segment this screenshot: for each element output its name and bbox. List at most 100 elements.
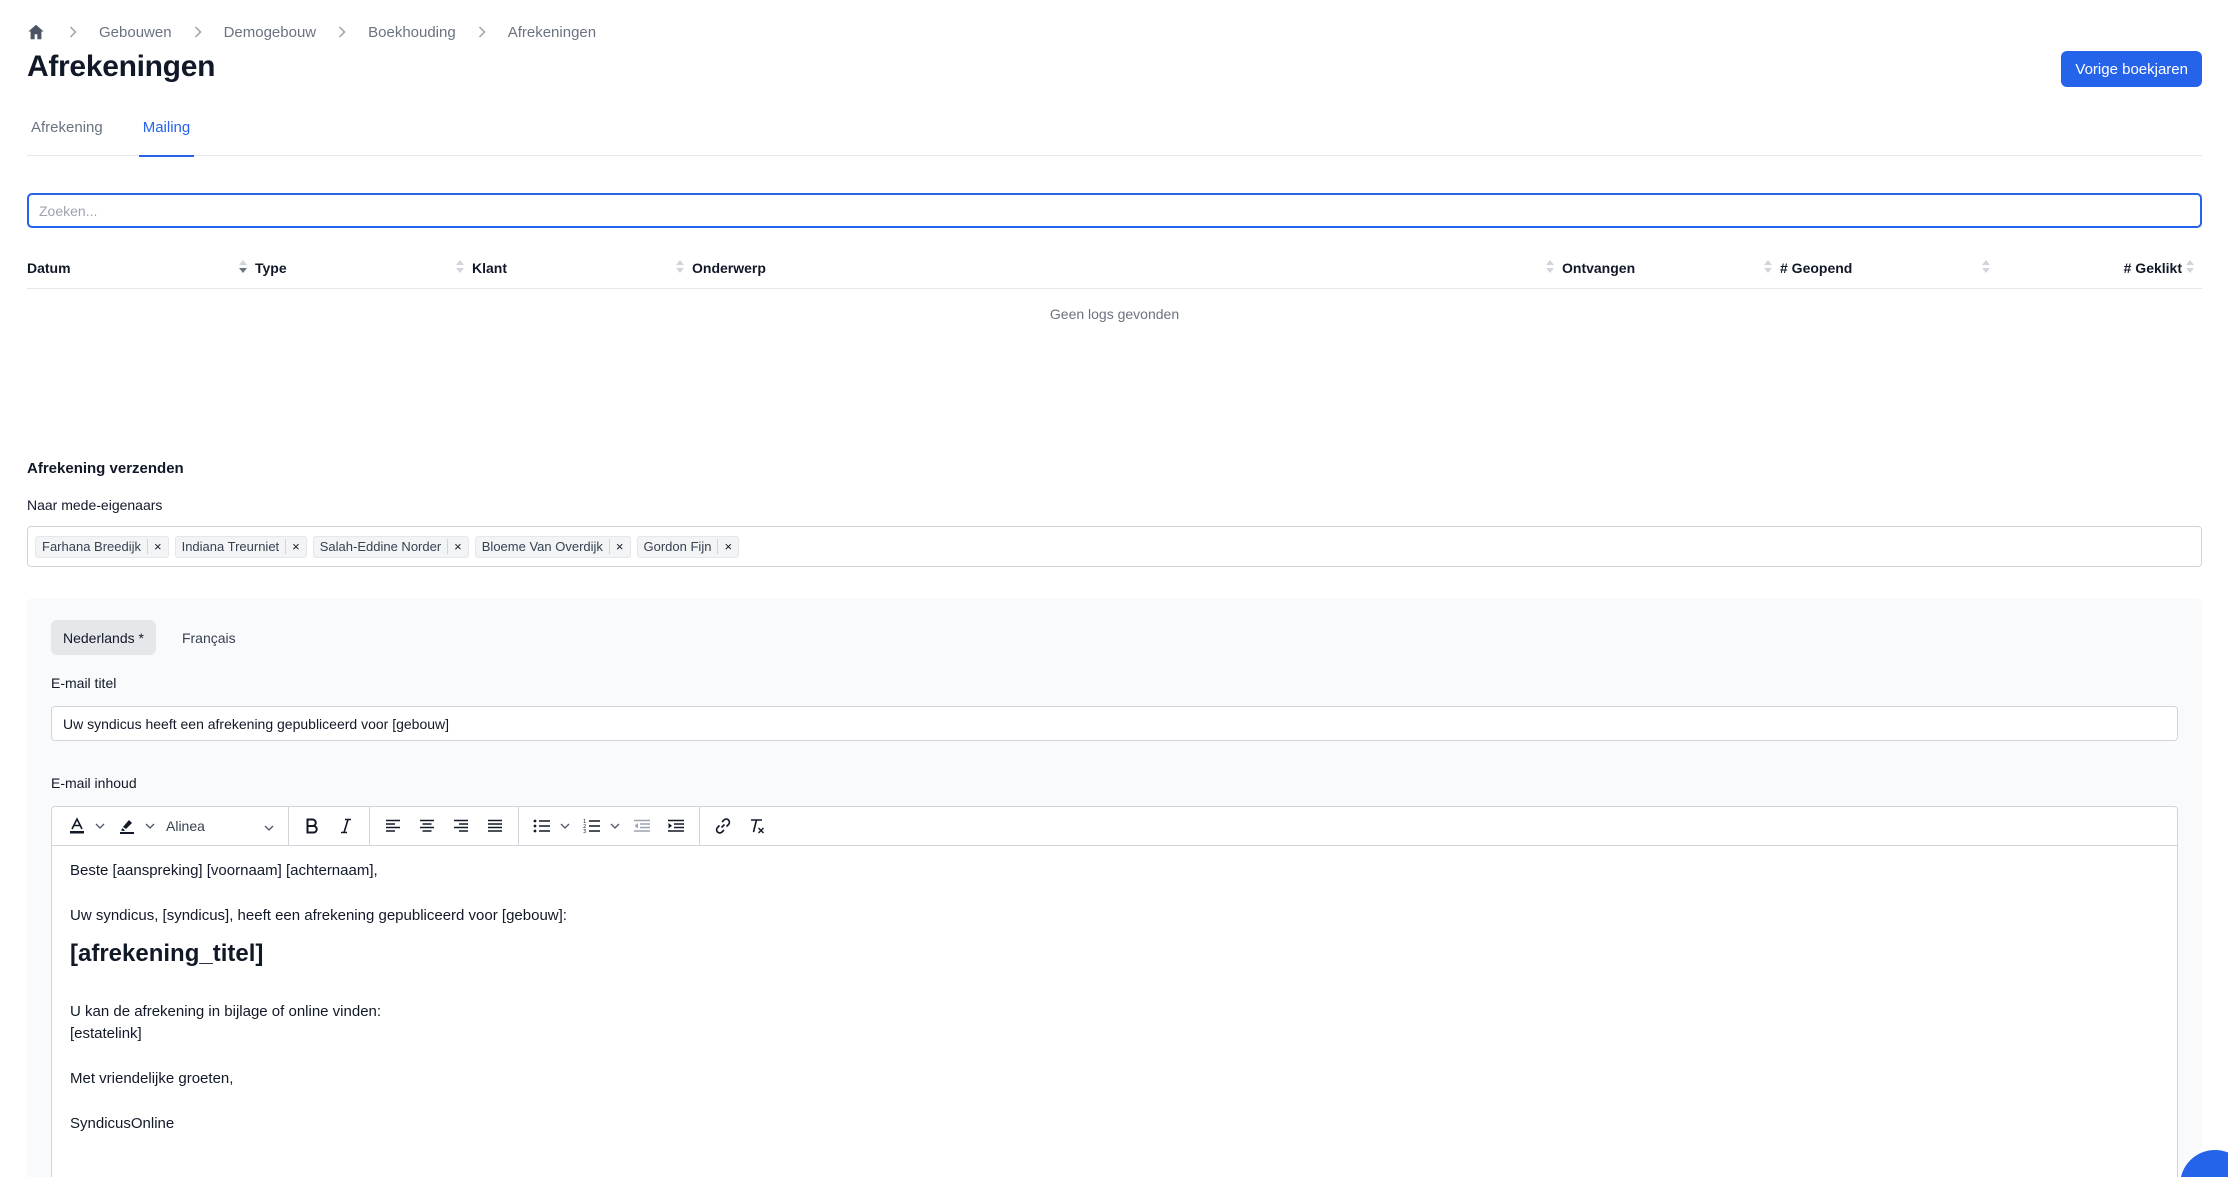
breadcrumb-item-demogebouw[interactable]: Demogebouw	[224, 24, 317, 41]
empty-state-message: Geen logs gevonden	[1049, 306, 1180, 322]
column-header-geopend[interactable]: # Geopend	[1780, 248, 1998, 288]
font-color-icon[interactable]	[64, 812, 90, 840]
bullet-list-icon[interactable]	[529, 812, 555, 840]
sort-icon	[1982, 260, 1990, 276]
recipient-tag: Indiana Treurniet ×	[174, 535, 307, 558]
recipients-label: Naar mede-eigenaars	[27, 497, 163, 513]
section-title: Afrekening verzenden	[27, 460, 184, 477]
page-title: Afrekeningen	[27, 50, 216, 83]
outdent-icon[interactable]	[629, 812, 655, 840]
numbered-list-icon[interactable]: 123	[579, 812, 605, 840]
tab-language-francais[interactable]: Français	[170, 620, 248, 655]
recipient-name: Bloeme Van Overdijk	[476, 539, 610, 554]
link-icon[interactable]	[710, 812, 736, 840]
sort-icon	[456, 260, 464, 276]
email-content-label: E-mail inhoud	[51, 775, 137, 791]
email-title-label: E-mail titel	[51, 675, 117, 691]
column-label: Ontvangen	[1562, 260, 1636, 276]
breadcrumb-item-boekhouding[interactable]: Boekhouding	[368, 24, 456, 41]
email-panel: Nederlands * Français E-mail titel E-mai…	[27, 598, 2202, 1177]
align-justify-icon[interactable]	[482, 812, 508, 840]
previous-fiscal-years-button[interactable]: Vorige boekjaren	[2061, 51, 2202, 87]
tab-afrekening[interactable]: Afrekening	[27, 108, 107, 156]
recipients-multiselect[interactable]: Farhana Breedijk × Indiana Treurniet × S…	[27, 526, 2202, 567]
close-icon[interactable]: ×	[286, 539, 306, 554]
mail-log-table: Datum Type Klant Onderwerp Ontvangen # G…	[27, 248, 2202, 322]
chevron-right-icon	[478, 26, 486, 38]
column-label: # Geklikt	[2123, 260, 2182, 276]
indent-icon[interactable]	[663, 812, 689, 840]
column-label: # Geopend	[1780, 260, 1853, 276]
rich-text-editor: Alinea 1 2 3 Beste [aanspreking] [voorna…	[51, 806, 2178, 1177]
email-online-line: U kan de afrekening in bijlage of online…	[70, 1003, 382, 1020]
column-label: Type	[255, 260, 287, 276]
toolbar-divider	[699, 806, 700, 846]
recipient-tag: Farhana Breedijk ×	[35, 535, 169, 558]
editor-content[interactable]: Beste [aanspreking] [voornaam] [achterna…	[52, 846, 2177, 1149]
column-header-klant[interactable]: Klant	[472, 248, 692, 288]
chevron-right-icon	[194, 26, 202, 38]
column-label: Datum	[27, 260, 71, 276]
toolbar-divider	[518, 806, 519, 846]
chevron-down-icon	[264, 818, 274, 834]
close-icon[interactable]: ×	[148, 539, 168, 554]
home-icon[interactable]	[27, 22, 47, 42]
tab-language-nederlands[interactable]: Nederlands *	[51, 620, 156, 655]
email-signature: SyndicusOnline	[70, 1115, 175, 1132]
recipient-tag: Gordon Fijn ×	[636, 535, 740, 558]
chevron-right-icon	[69, 26, 77, 38]
chevron-down-icon[interactable]	[609, 812, 621, 840]
recipient-name: Gordon Fijn	[638, 539, 719, 554]
clear-format-icon[interactable]	[744, 812, 770, 840]
language-tabs: Nederlands * Français	[51, 620, 248, 655]
chevron-right-icon	[338, 26, 346, 38]
email-greeting: Beste [aanspreking] [voornaam] [achterna…	[70, 862, 378, 879]
column-header-geklikt[interactable]: # Geklikt	[1998, 248, 2202, 288]
block-format-select[interactable]: Alinea	[160, 812, 282, 840]
svg-text:3: 3	[583, 829, 586, 834]
align-center-icon[interactable]	[414, 812, 440, 840]
recipient-tag: Salah-Eddine Norder ×	[312, 535, 469, 558]
sort-icon	[676, 260, 684, 276]
email-closing: Met vriendelijke groeten,	[70, 1070, 234, 1087]
editor-toolbar: Alinea 1 2 3	[52, 806, 2177, 846]
chevron-down-icon[interactable]	[144, 812, 156, 840]
column-label: Klant	[472, 260, 507, 276]
email-title-input[interactable]	[51, 706, 2178, 741]
search-input[interactable]	[27, 193, 2202, 228]
breadcrumb-item-afrekeningen[interactable]: Afrekeningen	[508, 24, 596, 41]
breadcrumb: Gebouwen Demogebouw Boekhouding Afrekeni…	[27, 22, 596, 42]
sort-icon	[1546, 260, 1554, 276]
breadcrumb-item-gebouwen[interactable]: Gebouwen	[99, 24, 172, 41]
align-left-icon[interactable]	[380, 812, 406, 840]
sort-icon	[2186, 260, 2194, 276]
close-icon[interactable]: ×	[718, 539, 738, 554]
sort-icon	[1764, 260, 1772, 276]
italic-icon[interactable]	[333, 812, 359, 840]
tab-mailing[interactable]: Mailing	[138, 108, 195, 157]
bold-icon[interactable]	[299, 812, 325, 840]
close-icon[interactable]: ×	[448, 539, 468, 554]
chevron-down-icon[interactable]	[559, 812, 571, 840]
table-header: Datum Type Klant Onderwerp Ontvangen # G…	[27, 248, 2202, 289]
close-icon[interactable]: ×	[610, 539, 630, 554]
recipient-name: Indiana Treurniet	[176, 539, 287, 554]
column-header-onderwerp[interactable]: Onderwerp	[692, 248, 1562, 288]
column-label: Onderwerp	[692, 260, 766, 276]
block-format-value: Alinea	[166, 818, 205, 834]
chevron-down-icon[interactable]	[94, 812, 106, 840]
toolbar-divider	[369, 806, 370, 846]
highlight-icon[interactable]	[114, 812, 140, 840]
toolbar-divider	[288, 806, 289, 846]
recipient-tag: Bloeme Van Overdijk ×	[474, 535, 631, 558]
recipient-name: Farhana Breedijk	[36, 539, 148, 554]
column-header-ontvangen[interactable]: Ontvangen	[1562, 248, 1780, 288]
align-right-icon[interactable]	[448, 812, 474, 840]
column-header-type[interactable]: Type	[255, 248, 472, 288]
sort-icon	[239, 260, 247, 276]
email-link: [estatelink]	[70, 1025, 142, 1042]
recipient-name: Salah-Eddine Norder	[314, 539, 449, 554]
column-header-datum[interactable]: Datum	[27, 248, 255, 288]
email-intro: Uw syndicus, [syndicus], heeft een afrek…	[70, 907, 567, 924]
tab-bar: Afrekening Mailing	[27, 108, 2202, 157]
